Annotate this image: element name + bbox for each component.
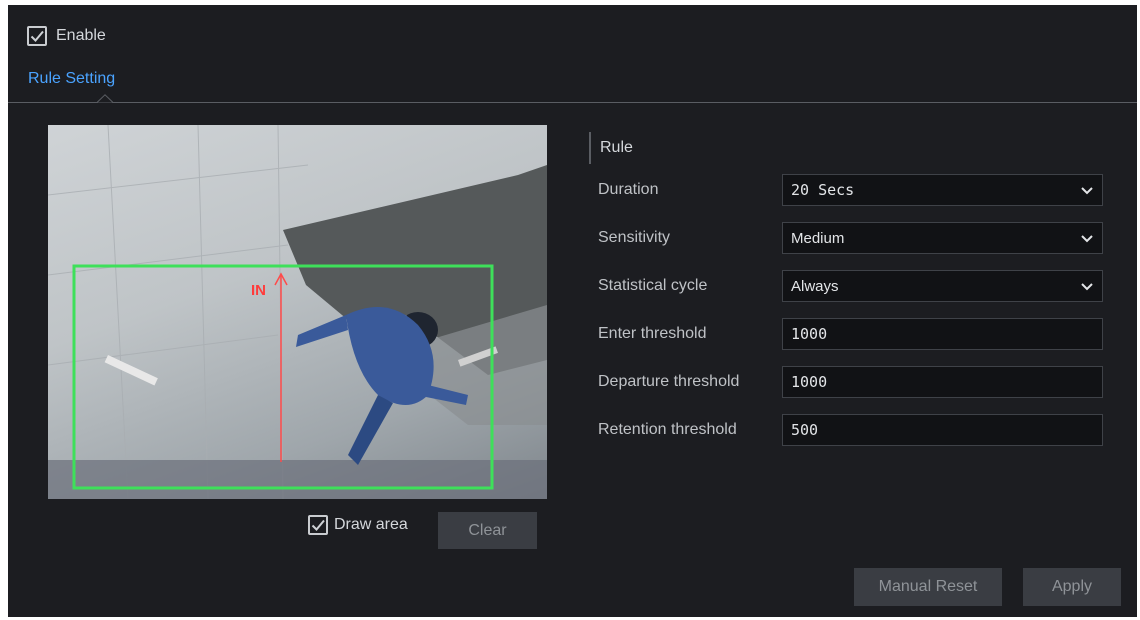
- enter-threshold-label: Enter threshold: [598, 325, 707, 342]
- checkmark-icon: [311, 519, 325, 531]
- retention-threshold-label: Retention threshold: [598, 421, 737, 438]
- rule-header-label: Rule: [600, 139, 633, 156]
- preview-scene: [48, 125, 547, 499]
- draw-area-checkbox[interactable]: [308, 515, 328, 535]
- chevron-down-icon: [1081, 235, 1093, 243]
- retention-threshold-input[interactable]: [782, 414, 1103, 446]
- departure-threshold-row: Departure threshold: [598, 366, 1104, 398]
- statistical-cycle-label: Statistical cycle: [598, 277, 708, 294]
- duration-value: 20 Secs: [791, 181, 855, 199]
- enter-threshold-row: Enter threshold: [598, 318, 1104, 350]
- departure-threshold-label: Departure threshold: [598, 373, 740, 390]
- rule-section-header: Rule: [589, 132, 633, 164]
- sensitivity-label: Sensitivity: [598, 229, 671, 246]
- statistical-cycle-select[interactable]: Always: [782, 270, 1103, 302]
- enable-checkbox-row[interactable]: Enable: [27, 26, 106, 46]
- tab-divider: [8, 102, 1137, 103]
- draw-area-label: Draw area: [334, 516, 408, 533]
- chevron-down-icon: [1081, 187, 1093, 195]
- departure-threshold-input[interactable]: [782, 366, 1103, 398]
- smart-event-panel: Enable Rule Setting IN Draw area Clear R…: [8, 5, 1137, 617]
- statistical-cycle-row: Statistical cycle Always: [598, 270, 1104, 302]
- sensitivity-row: Sensitivity Medium: [598, 222, 1104, 254]
- tab-rule-setting[interactable]: Rule Setting: [28, 70, 115, 88]
- statistical-cycle-value: Always: [791, 277, 839, 295]
- enable-label: Enable: [56, 27, 106, 44]
- sensitivity-value: Medium: [791, 229, 845, 247]
- retention-threshold-row: Retention threshold: [598, 414, 1104, 446]
- enter-threshold-input[interactable]: [782, 318, 1103, 350]
- checkmark-icon: [30, 30, 44, 42]
- direction-in-label: IN: [251, 282, 266, 299]
- draw-area-checkbox-row[interactable]: Draw area: [308, 515, 408, 535]
- sensitivity-select[interactable]: Medium: [782, 222, 1103, 254]
- enable-checkbox[interactable]: [27, 26, 47, 46]
- chevron-down-icon: [1081, 283, 1093, 291]
- duration-row: Duration 20 Secs: [598, 174, 1104, 206]
- clear-button[interactable]: Clear: [438, 512, 537, 549]
- duration-label: Duration: [598, 181, 659, 198]
- duration-select[interactable]: 20 Secs: [782, 174, 1103, 206]
- apply-button[interactable]: Apply: [1023, 568, 1121, 606]
- tab-caret-icon: [97, 94, 113, 103]
- manual-reset-button[interactable]: Manual Reset: [854, 568, 1002, 606]
- camera-preview[interactable]: IN: [48, 125, 547, 499]
